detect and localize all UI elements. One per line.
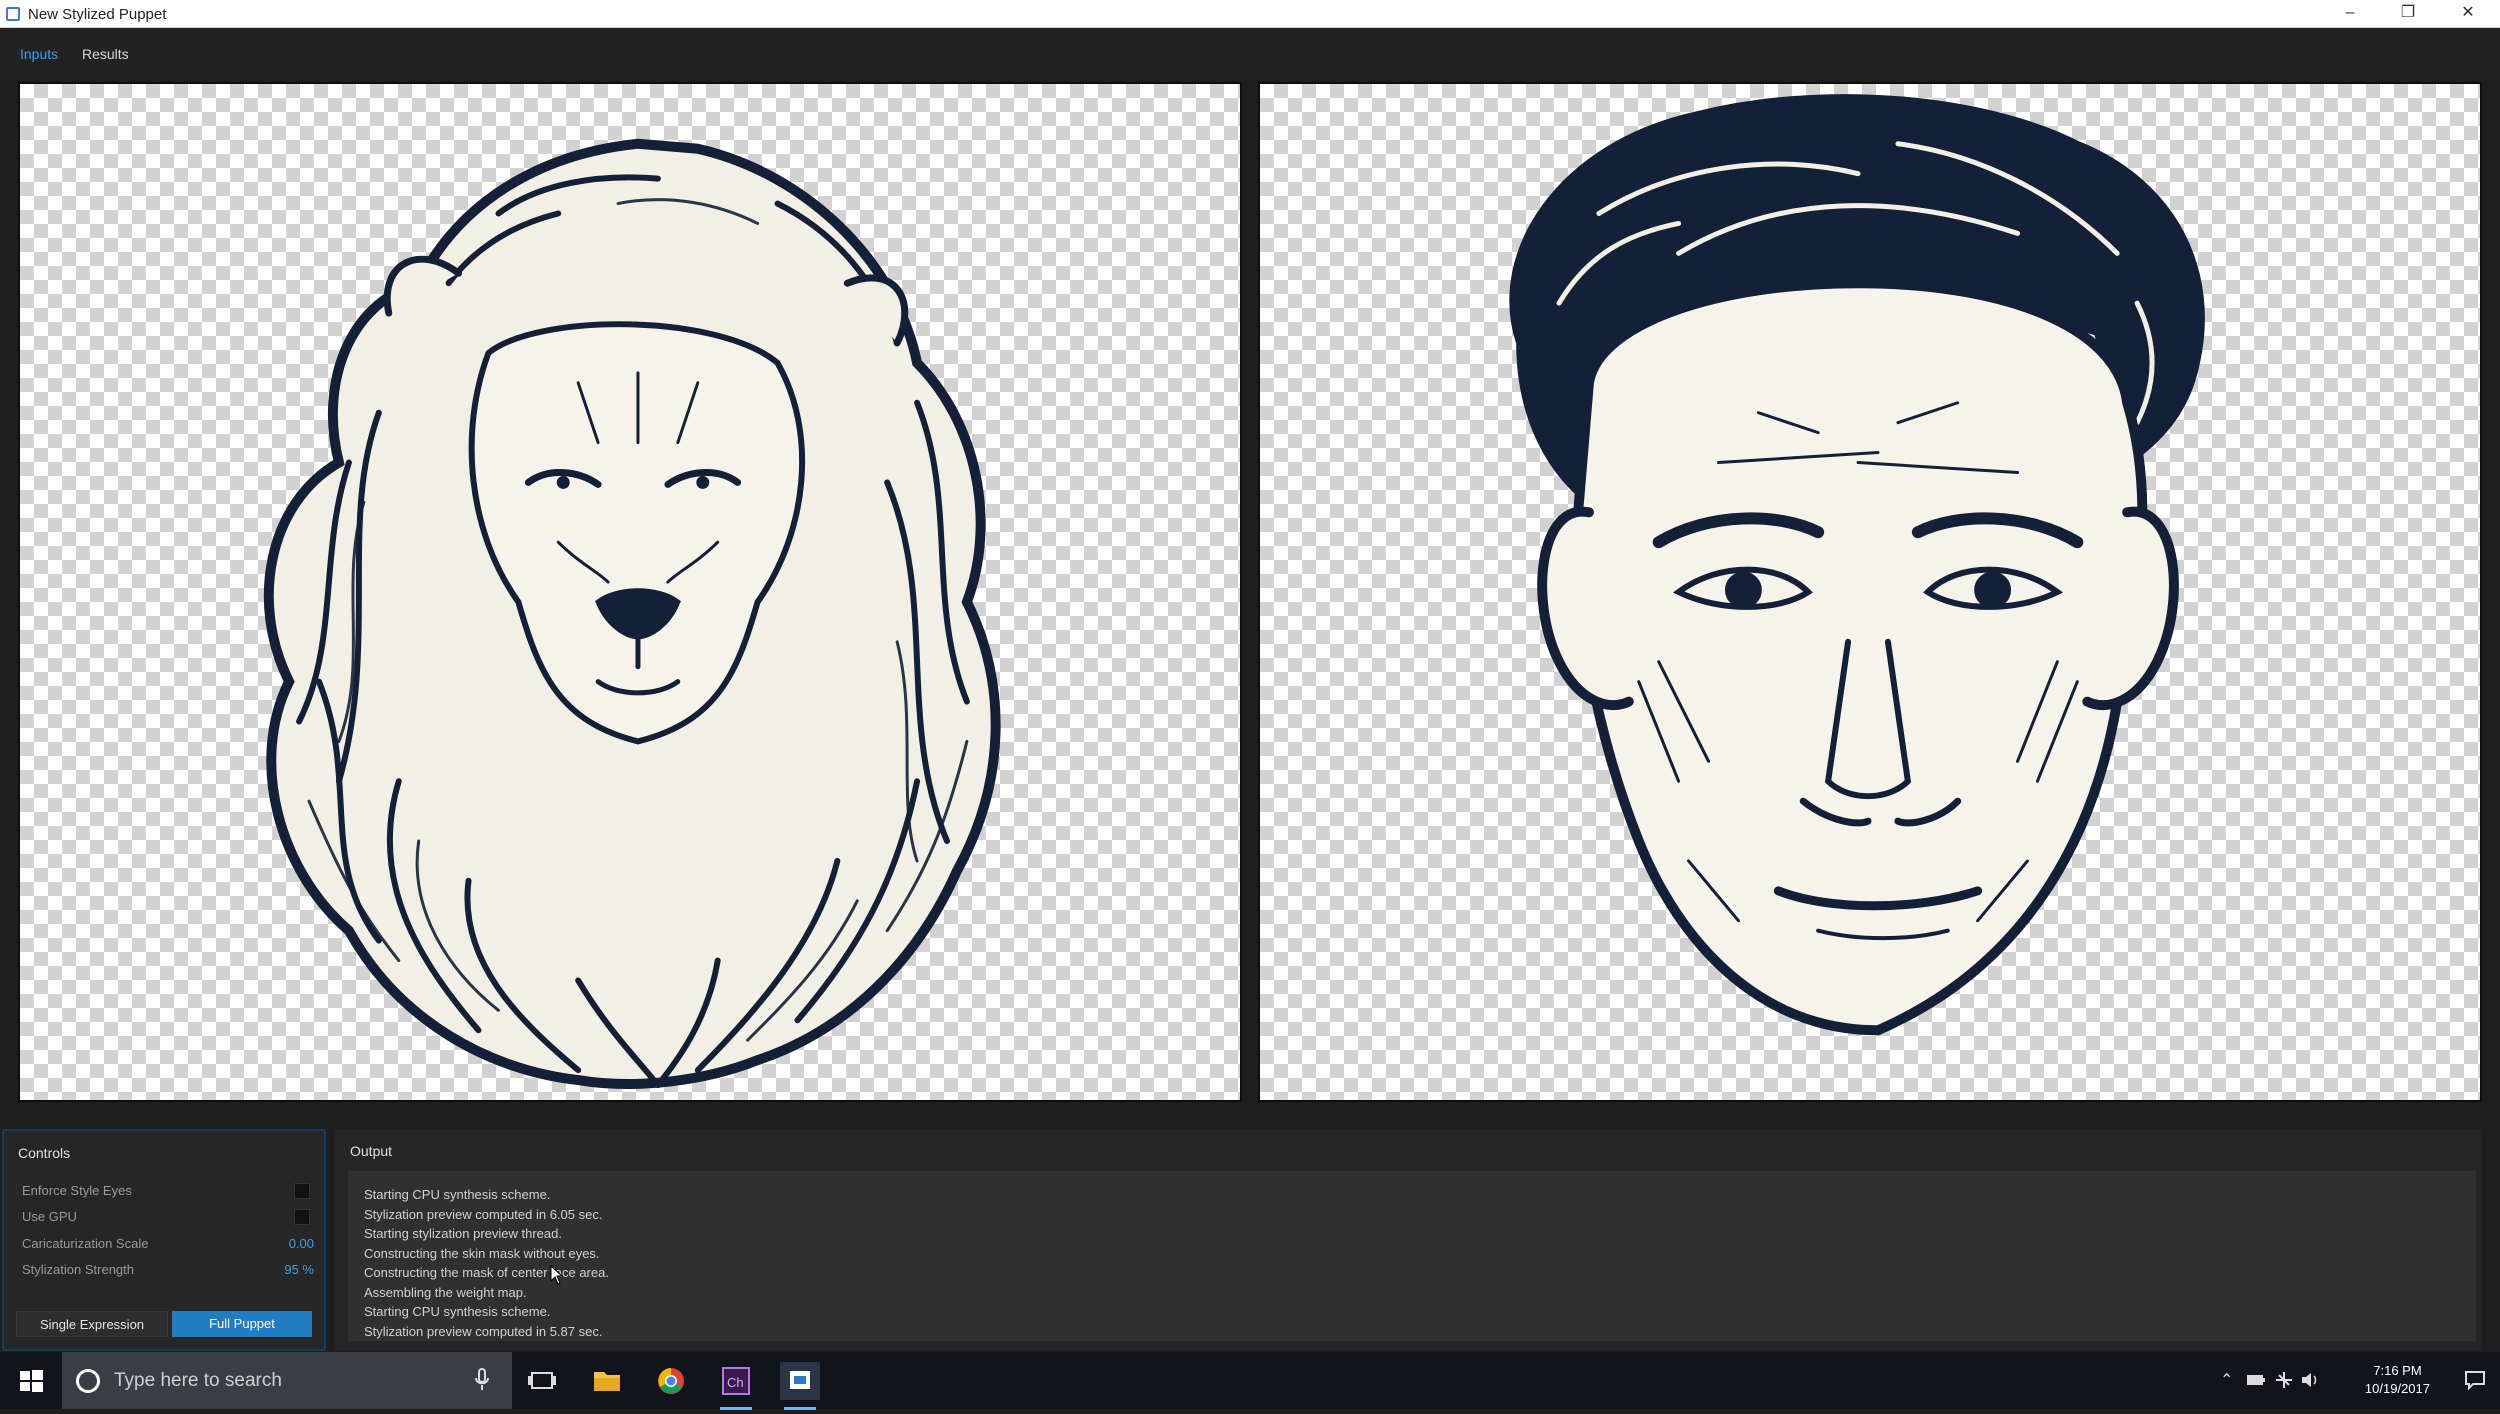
file-explorer-icon[interactable]: [587, 1362, 627, 1400]
cortana-icon: [76, 1369, 100, 1393]
clock-date: 10/19/2017: [2364, 1381, 2430, 1396]
mouse-cursor-icon: [550, 1265, 564, 1285]
log-line: Starting stylization preview thread.: [364, 1226, 562, 1241]
taskbar-clock[interactable]: 7:16 PM 10/19/2017: [2365, 1362, 2430, 1398]
minimize-button[interactable]: –: [2322, 0, 2378, 28]
caricaturization-scale-label: Caricaturization Scale: [22, 1236, 149, 1251]
window-titlebar: New Stylized Puppet – ❐ ✕: [0, 0, 2500, 28]
network-icon[interactable]: [2274, 1370, 2294, 1390]
lion-illustration: [263, 138, 1001, 1089]
log-line: Constructing the skin mask without eyes.: [364, 1245, 600, 1261]
controls-header: Controls: [18, 1145, 71, 1161]
stylized-face-illustration: [1509, 94, 2205, 1036]
log-line: Stylization preview computed in 6.05 sec…: [364, 1206, 603, 1222]
window-title: New Stylized Puppet: [28, 6, 167, 23]
action-center-icon[interactable]: [2464, 1369, 2486, 1391]
restore-button[interactable]: ❐: [2380, 0, 2436, 28]
enforce-style-eyes-checkbox[interactable]: [294, 1183, 310, 1199]
output-header: Output: [350, 1143, 393, 1159]
output-log[interactable]: Starting CPU synthesis scheme. Stylizati…: [348, 1171, 2476, 1341]
result-preview-panel[interactable]: [1258, 82, 2482, 1102]
windows-taskbar: Type here to search Ch ⌃ 7:16 PM 10/19/2…: [0, 1352, 2500, 1410]
volume-icon[interactable]: [2300, 1370, 2320, 1390]
system-tray: ⌃ 7:16 PM 10/19/2017: [2220, 1352, 2500, 1409]
search-placeholder: Type here to search: [114, 1370, 282, 1391]
log-line: Starting CPU synthesis scheme.: [364, 1304, 551, 1319]
tab-inputs[interactable]: Inputs: [20, 46, 58, 62]
character-animator-icon[interactable]: Ch: [716, 1362, 756, 1410]
log-line: Stylization preview computed in 5.87 sec…: [364, 1323, 603, 1339]
chrome-icon[interactable]: [651, 1362, 691, 1400]
clock-time: 7:16 PM: [2373, 1363, 2422, 1378]
enforce-style-eyes-label: Enforce Style Eyes: [22, 1183, 132, 1198]
full-puppet-button[interactable]: Full Puppet: [172, 1311, 312, 1337]
app-window: Inputs Results Controls Enforce Style Ey…: [0, 28, 2500, 1352]
log-line: Assembling the weight map.: [364, 1284, 527, 1300]
stylization-strength-value[interactable]: 95 %: [254, 1262, 314, 1277]
single-expression-button[interactable]: Single Expression: [16, 1311, 168, 1337]
log-line: Starting CPU synthesis scheme.: [364, 1187, 551, 1202]
tab-results[interactable]: Results: [82, 46, 129, 62]
windows-logo-icon: [20, 1370, 43, 1392]
start-button[interactable]: [0, 1352, 62, 1409]
svg-text:Ch: Ch: [727, 1375, 744, 1390]
taskbar-search-box[interactable]: Type here to search: [62, 1352, 512, 1409]
microphone-icon[interactable]: [474, 1368, 490, 1392]
output-panel: Output Starting CPU synthesis scheme. St…: [334, 1129, 2482, 1351]
tray-chevron-up-icon[interactable]: ⌃: [2220, 1370, 2233, 1390]
tab-bar: Inputs Results: [0, 28, 2500, 80]
task-view-icon[interactable]: [522, 1362, 562, 1400]
battery-icon[interactable]: [2246, 1370, 2266, 1390]
log-line: Constructing the mask of center face are…: [364, 1265, 609, 1280]
use-gpu-checkbox[interactable]: [294, 1209, 310, 1225]
controls-panel: Controls Enforce Style Eyes Use GPU Cari…: [2, 1129, 326, 1351]
close-button[interactable]: ✕: [2440, 0, 2496, 28]
caricaturization-scale-value[interactable]: 0.00: [254, 1236, 314, 1251]
app-icon: [6, 7, 20, 21]
stylization-strength-label: Stylization Strength: [22, 1262, 135, 1277]
puppet-app-icon[interactable]: [780, 1362, 820, 1410]
use-gpu-label: Use GPU: [22, 1209, 77, 1224]
input-style-panel[interactable]: [18, 82, 1242, 1102]
